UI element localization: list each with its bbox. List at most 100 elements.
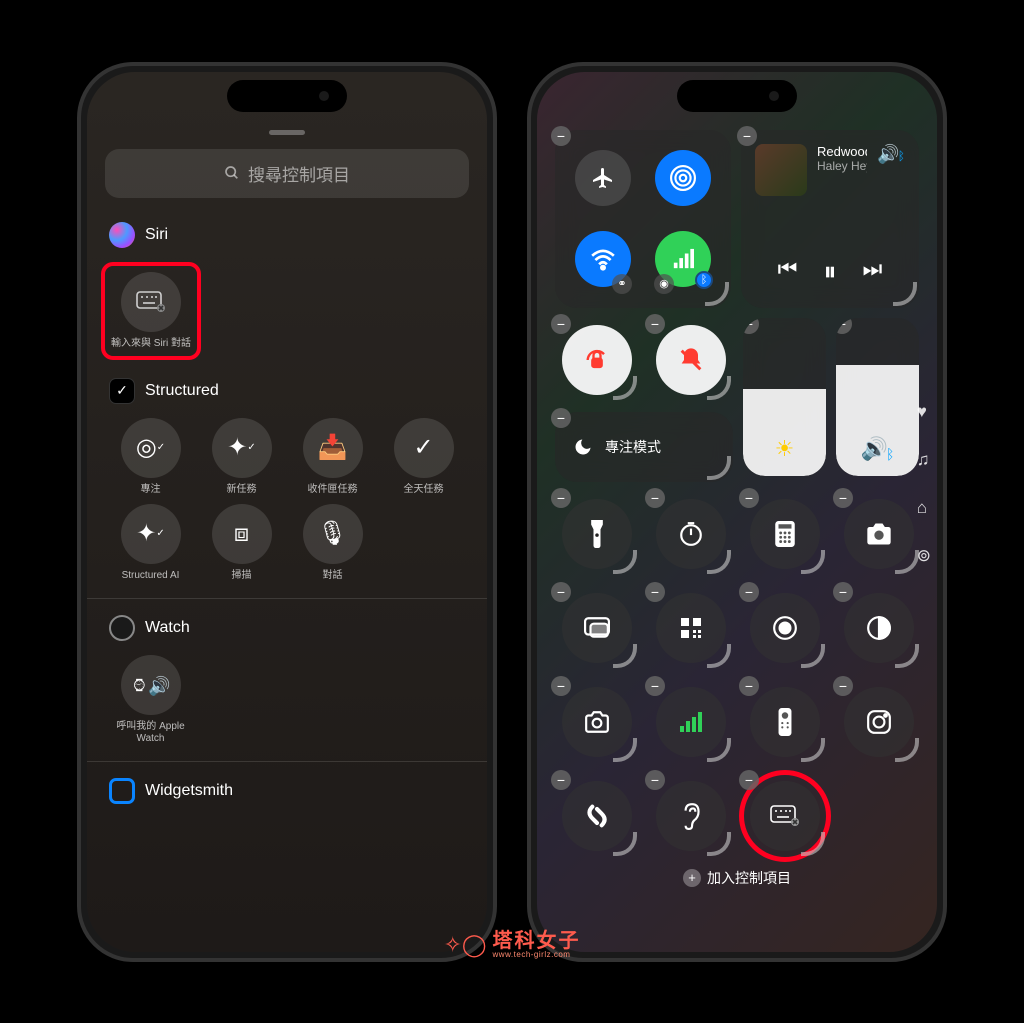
screen-add-controls: 搜尋控制項目 Siri 輸入來與 Siri 對話 ✓ Structured ◎✓…	[87, 72, 487, 952]
section-widgetsmith-title: Widgetsmith	[145, 782, 233, 800]
resize-handle[interactable]	[613, 550, 637, 574]
resize-handle[interactable]	[613, 738, 637, 762]
pause-button[interactable]: ⏸	[823, 256, 836, 288]
personal-hotspot-icon[interactable]: ⚭	[612, 274, 632, 294]
siri-icon	[109, 222, 135, 248]
phone-left: 搜尋控制項目 Siri 輸入來與 Siri 對話 ✓ Structured ◎✓…	[77, 62, 497, 962]
type-to-siri-button[interactable]	[121, 272, 181, 332]
dynamic-island	[677, 80, 797, 112]
section-widgetsmith-header: Widgetsmith	[105, 778, 469, 804]
remove-badge[interactable]: −	[551, 126, 571, 146]
remove-badge[interactable]: −	[833, 582, 853, 602]
home-icon[interactable]: ⌂	[917, 498, 931, 518]
remove-badge[interactable]: −	[551, 770, 571, 790]
dark-mode-icon	[866, 615, 892, 641]
audio-output-button[interactable]: 🔊ᛒ	[877, 144, 905, 165]
wifi-icon	[590, 246, 616, 272]
resize-handle[interactable]	[801, 738, 825, 762]
search-icon	[224, 165, 240, 181]
resize-handle[interactable]	[707, 738, 731, 762]
structured-chat[interactable]: 🎙對話	[291, 504, 374, 582]
screen-mirroring-icon	[584, 617, 610, 639]
resize-handle[interactable]	[895, 550, 919, 574]
moon-icon	[573, 437, 593, 457]
resize-handle[interactable]	[707, 832, 731, 856]
remove-badge[interactable]: −	[551, 408, 571, 428]
section-structured-title: Structured	[145, 382, 219, 400]
structured-new-task[interactable]: ✦✓新任務	[200, 418, 283, 496]
structured-focus[interactable]: ◎✓專注	[109, 418, 192, 496]
section-watch-header: Watch	[105, 615, 469, 641]
add-control-button[interactable]: + 加入控制項目	[555, 868, 919, 888]
resize-handle[interactable]	[707, 376, 731, 400]
resize-handle[interactable]	[801, 550, 825, 574]
remove-badge[interactable]: −	[739, 770, 759, 790]
resize-handle[interactable]	[895, 644, 919, 668]
widgetsmith-app-icon	[109, 778, 135, 804]
remove-badge[interactable]: −	[743, 318, 759, 334]
remove-badge[interactable]: −	[737, 126, 757, 146]
remove-badge[interactable]: −	[833, 488, 853, 508]
structured-ai[interactable]: ✦✓Structured AI	[109, 504, 192, 582]
resize-handle[interactable]	[613, 376, 637, 400]
broadcast-icon[interactable]: ⊚	[917, 546, 931, 566]
resize-handle[interactable]	[801, 832, 825, 856]
remove-badge[interactable]: −	[645, 314, 665, 334]
remove-badge[interactable]: −	[833, 676, 853, 696]
remove-badge[interactable]: −	[739, 582, 759, 602]
keyboard-icon	[136, 291, 166, 313]
sheet-grabber[interactable]	[269, 130, 305, 135]
cellular-icon	[672, 248, 694, 270]
search-placeholder: 搜尋控制項目	[248, 161, 350, 186]
rewind-button[interactable]: ⏮	[778, 256, 798, 288]
resize-handle[interactable]	[801, 644, 825, 668]
resize-handle[interactable]	[707, 550, 731, 574]
remove-badge[interactable]: −	[645, 582, 665, 602]
remove-badge[interactable]: −	[739, 488, 759, 508]
airplane-mode-button[interactable]	[575, 150, 631, 206]
resize-handle[interactable]	[613, 832, 637, 856]
plus-icon: +	[683, 869, 701, 887]
airdrop-button[interactable]	[655, 150, 711, 206]
ping-watch[interactable]: ⌚︎🔊呼叫我的 Apple Watch	[109, 655, 192, 745]
remove-badge[interactable]: −	[645, 770, 665, 790]
resize-handle[interactable]	[705, 282, 729, 306]
media-module[interactable]: − Redwoods (Anxious) Haley Heynderickx 🔊…	[741, 130, 919, 308]
qrcode-icon	[679, 616, 703, 640]
remove-badge[interactable]: −	[645, 488, 665, 508]
satellite-icon[interactable]: ◉	[654, 274, 674, 294]
remove-badge[interactable]: −	[551, 676, 571, 696]
resize-handle[interactable]	[893, 282, 917, 306]
instagram-icon	[866, 709, 892, 735]
remove-badge[interactable]: −	[551, 314, 571, 334]
resize-handle[interactable]	[895, 738, 919, 762]
focus-module[interactable]: − 專注模式	[555, 412, 733, 482]
divider	[87, 761, 487, 762]
heart-icon[interactable]: ♥	[917, 402, 931, 422]
remove-badge[interactable]: −	[551, 488, 571, 508]
album-art	[755, 144, 807, 196]
structured-allday[interactable]: ✓全天任務	[382, 418, 465, 496]
resize-handle[interactable]	[707, 644, 731, 668]
brightness-slider[interactable]: − ☀︎	[743, 318, 826, 476]
remove-badge[interactable]: −	[645, 676, 665, 696]
structured-scan[interactable]: ⧈掃描	[200, 504, 283, 582]
structured-inbox[interactable]: 📥收件匣任務	[291, 418, 374, 496]
resize-handle[interactable]	[707, 456, 731, 480]
timer-icon	[678, 521, 704, 547]
volume-slider[interactable]: − 🔊ᛒ	[836, 318, 919, 476]
focus-label: 專注模式	[605, 437, 661, 457]
keyboard-icon	[770, 805, 800, 827]
airdrop-icon	[670, 165, 696, 191]
search-input[interactable]: 搜尋控制項目	[105, 149, 469, 198]
remove-badge[interactable]: −	[739, 676, 759, 696]
shazam-icon	[583, 802, 611, 830]
music-note-icon[interactable]: ♫	[917, 450, 931, 470]
forward-button[interactable]: ⏭	[863, 256, 883, 288]
connectivity-module[interactable]: − ᛒ ⚭ ◉	[555, 130, 731, 308]
remove-badge[interactable]: −	[836, 318, 852, 334]
page-indicators: ♥ ♫ ⌂ ⊚	[917, 402, 931, 566]
remove-badge[interactable]: −	[551, 582, 571, 602]
section-siri-title: Siri	[145, 226, 168, 244]
resize-handle[interactable]	[613, 644, 637, 668]
